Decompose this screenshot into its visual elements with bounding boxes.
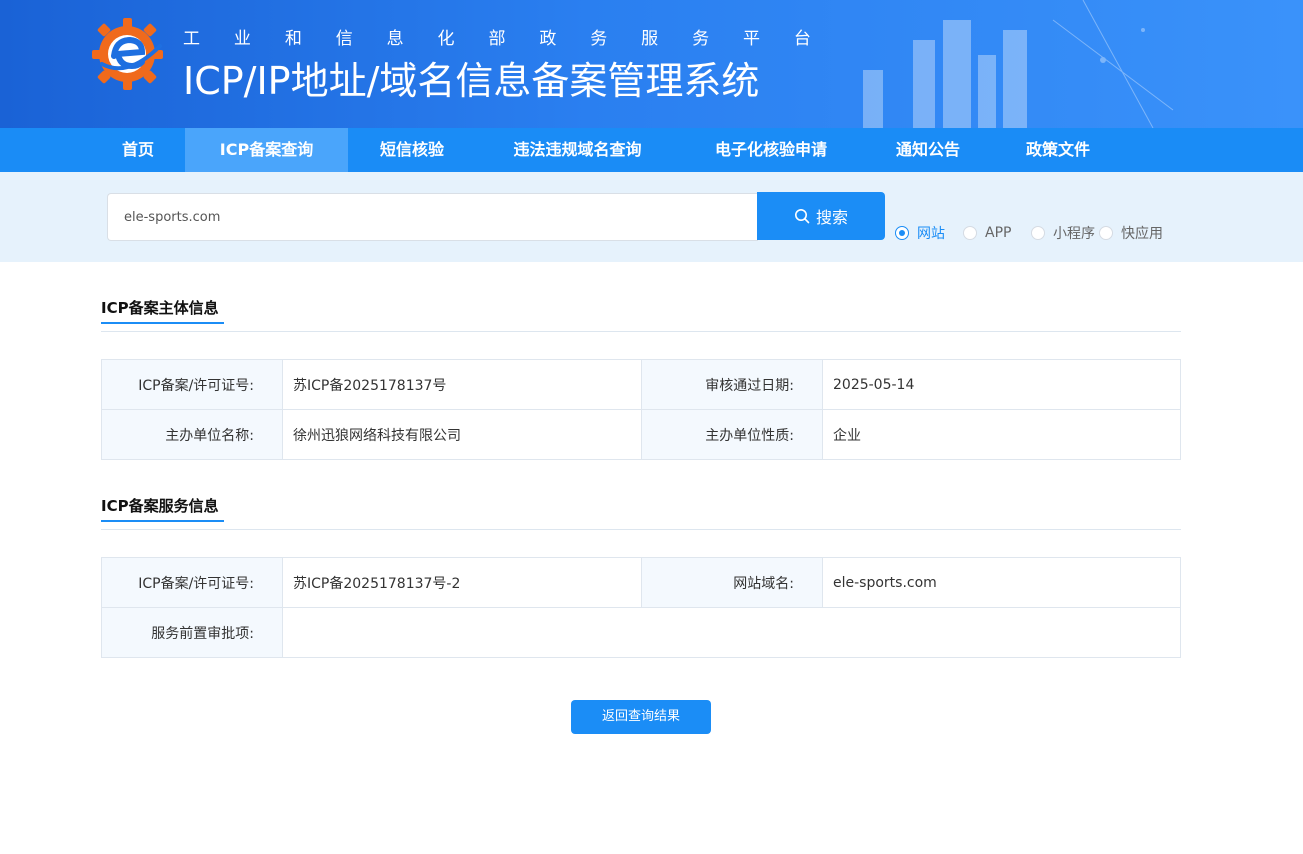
section-title-underline xyxy=(101,322,224,324)
approve-date-label: 审核通过日期: xyxy=(641,359,823,410)
preapproval-label: 服务前置审批项: xyxy=(101,607,283,658)
service-license-value: 苏ICP备2025178137号-2 xyxy=(282,557,642,608)
radio-dot xyxy=(963,226,977,240)
subtitle-char: 务 xyxy=(692,29,712,49)
nav-item-illegal-domain[interactable]: 违法违规域名查询 xyxy=(476,128,679,172)
radio-dot xyxy=(895,226,909,240)
radio-quick-app[interactable]: 快应用 xyxy=(1099,223,1163,243)
subtitle-char: 服 xyxy=(641,29,661,49)
radio-label: APP xyxy=(985,225,1012,241)
subtitle-char: 信 xyxy=(335,29,355,49)
license-label: ICP备案/许可证号: xyxy=(101,359,283,410)
gear-e-logo-icon xyxy=(92,18,163,90)
subtitle-char: 务 xyxy=(590,29,610,49)
subtitle-char: 政 xyxy=(539,29,559,49)
service-info-table: ICP备案/许可证号: 苏ICP备2025178137号-2 网站域名: ele… xyxy=(101,557,1181,658)
search-area: 搜索 网站 APP 小程序 快应用 xyxy=(0,172,1303,262)
radio-app[interactable]: APP xyxy=(963,223,1011,243)
org-name-value: 徐州迅狼网络科技有限公司 xyxy=(282,409,642,460)
approve-date-value: 2025-05-14 xyxy=(822,359,1181,410)
radio-dot xyxy=(1099,226,1113,240)
subtitle-char: 部 xyxy=(488,29,508,49)
back-to-results-button[interactable]: 返回查询结果 xyxy=(571,700,711,734)
org-type-value: 企业 xyxy=(822,409,1181,460)
table-row: ICP备案/许可证号: 苏ICP备2025178137号-2 网站域名: ele… xyxy=(101,557,1181,608)
city-skyline-decoration xyxy=(863,0,1174,128)
service-section-title: ICP备案服务信息 xyxy=(101,497,219,515)
nav-item-policy[interactable]: 政策文件 xyxy=(993,128,1123,172)
radio-mini-program[interactable]: 小程序 xyxy=(1031,223,1095,243)
section-divider xyxy=(101,331,1181,332)
nav-item-home[interactable]: 首页 xyxy=(91,128,185,172)
section-divider xyxy=(101,529,1181,530)
subtitle-char: 息 xyxy=(386,29,406,49)
search-icon xyxy=(794,209,810,224)
search-button[interactable]: 搜索 xyxy=(757,192,885,240)
preapproval-value xyxy=(282,607,1181,658)
subject-section-title: ICP备案主体信息 xyxy=(101,299,219,317)
radio-website[interactable]: 网站 xyxy=(895,223,945,243)
table-row: ICP备案/许可证号: 苏ICP备2025178137号 审核通过日期: 202… xyxy=(101,359,1181,410)
table-row: 主办单位名称: 徐州迅狼网络科技有限公司 主办单位性质: 企业 xyxy=(101,409,1181,460)
service-license-label: ICP备案/许可证号: xyxy=(101,557,283,608)
subtitle-char: 化 xyxy=(437,29,457,49)
search-input[interactable] xyxy=(107,193,758,241)
main-nav: 首页 ICP备案查询 短信核验 违法违规域名查询 电子化核验申请 通知公告 政策… xyxy=(0,128,1303,172)
org-name-label: 主办单位名称: xyxy=(101,409,283,460)
subtitle-char: 工 xyxy=(183,29,202,49)
domain-label: 网站域名: xyxy=(641,557,823,608)
nav-item-e-verify[interactable]: 电子化核验申请 xyxy=(679,128,863,172)
nav-item-notices[interactable]: 通知公告 xyxy=(863,128,993,172)
table-row: 服务前置审批项: xyxy=(101,607,1181,658)
subtitle-char: 平 xyxy=(742,29,762,49)
system-title: ICP/IP地址/域名信息备案管理系统 xyxy=(183,59,760,103)
subtitle-char: 台 xyxy=(793,29,813,49)
radio-dot xyxy=(1031,226,1045,240)
section-title-underline xyxy=(101,520,224,522)
domain-value: ele-sports.com xyxy=(822,557,1181,608)
ministry-subtitle: 工 业 和 信 息 化 部 政 务 服 务 平 台 xyxy=(183,24,813,49)
subtitle-char: 业 xyxy=(233,29,253,49)
nav-item-sms-verify[interactable]: 短信核验 xyxy=(348,128,476,172)
radio-label: 快应用 xyxy=(1121,226,1163,242)
radio-label: 小程序 xyxy=(1053,226,1095,242)
header-banner: 工 业 和 信 息 化 部 政 务 服 务 平 台 ICP/IP地址/域名信息备… xyxy=(0,0,1303,128)
search-button-label: 搜索 xyxy=(815,208,848,227)
nav-item-icp-query[interactable]: ICP备案查询 xyxy=(185,128,348,172)
license-value: 苏ICP备2025178137号 xyxy=(282,359,642,410)
subtitle-char: 和 xyxy=(284,29,304,49)
org-type-label: 主办单位性质: xyxy=(641,409,823,460)
radio-label: 网站 xyxy=(917,226,945,242)
subject-info-table: ICP备案/许可证号: 苏ICP备2025178137号 审核通过日期: 202… xyxy=(101,359,1181,460)
